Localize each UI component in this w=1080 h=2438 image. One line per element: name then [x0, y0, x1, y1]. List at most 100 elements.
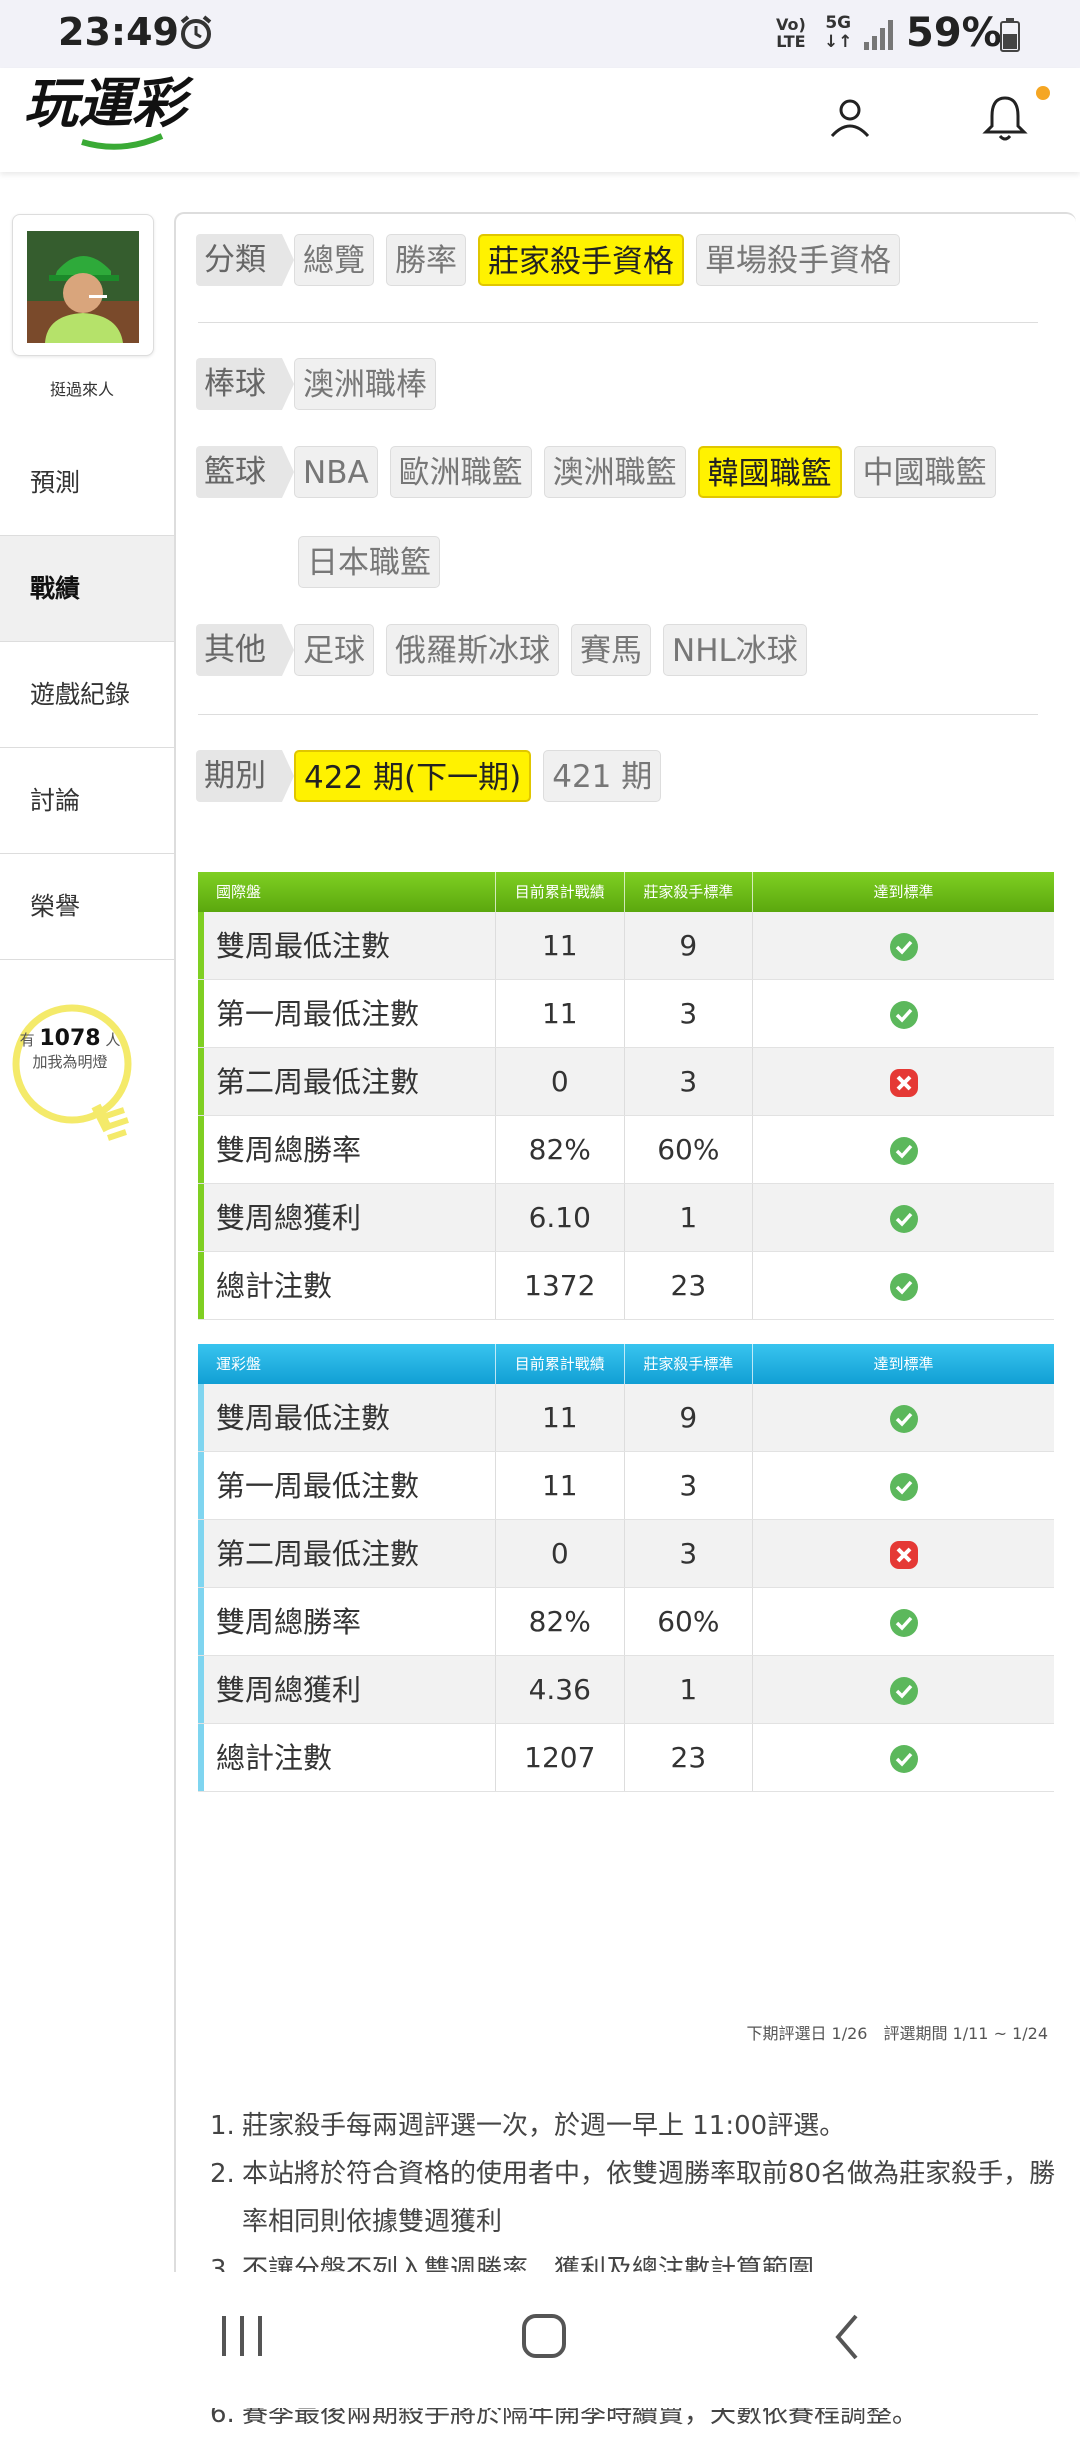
avatar-frame[interactable] [12, 214, 154, 356]
fans-counter[interactable]: 有 1078 人 加我為明燈 [10, 1028, 130, 1073]
standard-value: 3 [623, 980, 753, 1047]
league-nba[interactable]: NBA [294, 446, 378, 498]
current-value: 0 [495, 1520, 624, 1587]
table-row: 雙周最低注數 11 9 [198, 912, 1054, 980]
current-value: 11 [495, 980, 624, 1047]
signal-icon [864, 20, 893, 50]
cross-icon [889, 1069, 918, 1097]
back-icon[interactable] [832, 2312, 862, 2362]
league-abl[interactable]: 澳洲職棒 [294, 358, 436, 410]
cross-icon [889, 1541, 918, 1569]
sports-lottery-table: 運彩盤 目前累計戰績 莊家殺手標準 達到標準 雙周最低注數 11 9 第一周最低注數 1… [198, 1344, 1054, 1792]
check-icon [889, 1473, 918, 1501]
league-bleague[interactable]: 日本職籃 [298, 536, 440, 588]
tab-banker-killer[interactable]: 莊家殺手資格 [478, 234, 684, 286]
check-icon [889, 1273, 918, 1301]
check-icon [889, 1609, 918, 1637]
table-row: 第一周最低注數 11 3 [198, 1452, 1054, 1520]
met-status [752, 1048, 1054, 1115]
divider [198, 322, 1038, 323]
row-label: 雙周最低注數 [198, 1384, 495, 1451]
nav-predict[interactable]: 預測 [0, 430, 174, 536]
standard-value: 9 [623, 912, 753, 979]
met-status [752, 1116, 1054, 1183]
row-label: 總計注數 [198, 1724, 495, 1791]
basketball-filter-row2: 日本職籃 [298, 536, 452, 588]
row-label: 雙周總獲利 [198, 1656, 495, 1723]
period-label: 期別 [196, 750, 294, 802]
baseball-filter: 棒球 澳洲職棒 [196, 358, 448, 410]
volte-indicator: Vo) LTE [776, 15, 806, 51]
bell-icon[interactable] [980, 92, 1030, 144]
baseball-label: 棒球 [196, 358, 294, 410]
table-row: 總計注數 1207 23 [198, 1724, 1054, 1792]
standard-value: 60% [623, 1116, 753, 1183]
check-icon [889, 933, 918, 961]
rule-item: 2. 本站將於符合資格的使用者中，依雙週勝率取前80名做為莊家殺手，勝率相同則依據… [210, 2159, 1056, 2237]
home-icon[interactable] [520, 2312, 568, 2360]
current-value: 4.36 [495, 1656, 624, 1723]
league-khl[interactable]: 俄羅斯冰球 [386, 624, 559, 676]
nav-discussion[interactable]: 討論 [0, 748, 174, 854]
table-header: 國際盤 目前累計戰績 莊家殺手標準 達到標準 [198, 872, 1054, 912]
nav-honor[interactable]: 榮譽 [0, 854, 174, 960]
svg-text:玩運彩: 玩運彩 [24, 72, 194, 135]
tab-win-rate[interactable]: 勝率 [386, 234, 466, 286]
divider [198, 714, 1038, 715]
nav-record[interactable]: 戰績 [0, 536, 182, 642]
user-icon[interactable] [826, 94, 874, 142]
check-icon [889, 1205, 918, 1233]
standard-value: 60% [623, 1588, 753, 1655]
row-label: 雙周總勝率 [198, 1588, 495, 1655]
network-indicator: 5G ↓↑ [824, 13, 853, 52]
standard-value: 3 [623, 1452, 753, 1519]
row-label: 雙周總勝率 [198, 1116, 495, 1183]
standard-value: 3 [623, 1520, 753, 1587]
met-status [752, 912, 1054, 979]
league-cba[interactable]: 中國職籃 [853, 446, 996, 498]
basketball-label: 籃球 [196, 446, 294, 498]
check-icon [889, 1745, 918, 1773]
league-euroleague[interactable]: 歐洲職籃 [389, 446, 532, 498]
standard-value: 1 [623, 1656, 753, 1723]
current-value: 82% [495, 1588, 624, 1655]
col-standard: 莊家殺手標準 [623, 1344, 753, 1384]
period-next[interactable]: 422 期(下一期) [294, 750, 532, 802]
met-status [752, 1452, 1054, 1519]
current-value: 6.10 [495, 1184, 624, 1251]
row-label: 第一周最低注數 [198, 980, 495, 1047]
league-horse-racing[interactable]: 賽馬 [571, 624, 651, 676]
app-logo[interactable]: 玩運彩 [22, 72, 232, 152]
status-bar: 23:49 Vo) LTE 5G ↓↑ 59% [0, 0, 1080, 68]
international-table: 國際盤 目前累計戰績 莊家殺手標準 達到標準 雙周最低注數 11 9 第一周最低注數 1… [198, 872, 1054, 1320]
recent-apps-icon[interactable] [218, 2314, 268, 2358]
met-status [752, 1520, 1054, 1587]
lightbulb-icon[interactable] [8, 1000, 138, 1150]
main-panel: 分類 總覽 勝率 莊家殺手資格 單場殺手資格 棒球 澳洲職棒 籃球 NBA 歐洲… [174, 212, 1076, 2429]
met-status [752, 1184, 1054, 1251]
check-icon [889, 1677, 918, 1705]
met-status [752, 1252, 1054, 1319]
basketball-filter: 籃球 NBA 歐洲職籃 澳洲職籃 韓國職籃 中國職籃 [196, 446, 1008, 498]
nav-game-history[interactable]: 遊戲紀錄 [0, 642, 174, 748]
avatar[interactable] [27, 231, 139, 343]
col-met: 達到標準 [752, 1344, 1054, 1384]
table-row: 總計注數 1372 23 [198, 1252, 1054, 1320]
period-current[interactable]: 421 期 [543, 750, 662, 802]
league-nbl[interactable]: 澳洲職籃 [543, 446, 686, 498]
league-nhl[interactable]: NHL冰球 [663, 624, 807, 676]
tab-single-killer[interactable]: 單場殺手資格 [696, 234, 900, 286]
rule-item: 1. 莊家殺手每兩週評選一次，於週一早上 11:00評選。 [210, 2111, 846, 2141]
row-label: 第二周最低注數 [198, 1520, 495, 1587]
current-value: 11 [495, 1452, 624, 1519]
period-filter: 期別 422 期(下一期) 421 期 [196, 750, 673, 802]
table-row: 第二周最低注數 0 3 [198, 1048, 1054, 1116]
league-kbl[interactable]: 韓國職籃 [697, 446, 842, 498]
table-row: 雙周總勝率 82% 60% [198, 1116, 1054, 1184]
battery-percent: 59% [906, 10, 1002, 56]
table-row: 雙周總獲利 6.10 1 [198, 1184, 1054, 1252]
league-soccer[interactable]: 足球 [294, 624, 374, 676]
tab-overview[interactable]: 總覽 [294, 234, 374, 286]
alarm-icon [180, 15, 212, 49]
notification-dot [1036, 86, 1050, 100]
